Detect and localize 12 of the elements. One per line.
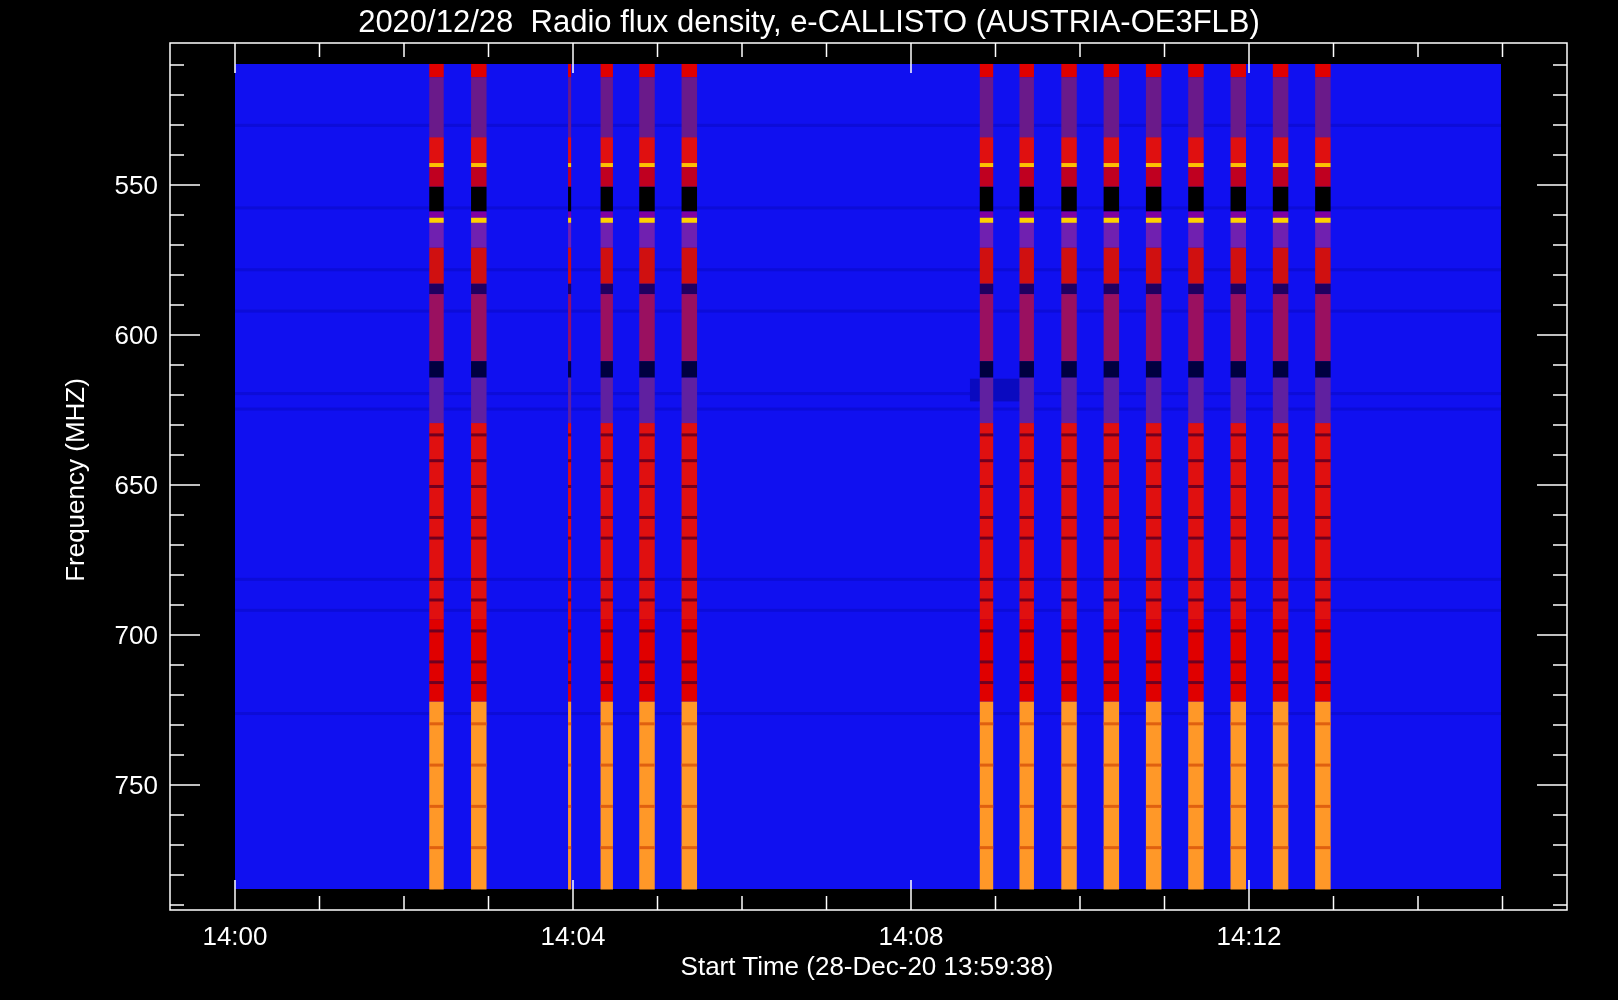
axis-label: Frequency (MHZ) [60, 378, 90, 582]
tick-label: 550 [114, 170, 158, 200]
tick-label: 750 [114, 770, 158, 800]
tick-label: 14:04 [540, 921, 606, 951]
tick-label: 14:08 [878, 921, 944, 951]
tick-label: 14:12 [1216, 921, 1282, 951]
tick-label: 600 [114, 320, 158, 350]
plot-title: 2020/12/28 Radio flux density, e-CALLISTO (AUSTRIA-OE3FLB) [358, 4, 1260, 39]
axis-label: Start Time (28-Dec-20 13:59:38) [680, 951, 1054, 981]
tick-label: 650 [114, 470, 158, 500]
tick-label: 14:00 [202, 921, 268, 951]
tick-label: 700 [114, 620, 158, 650]
